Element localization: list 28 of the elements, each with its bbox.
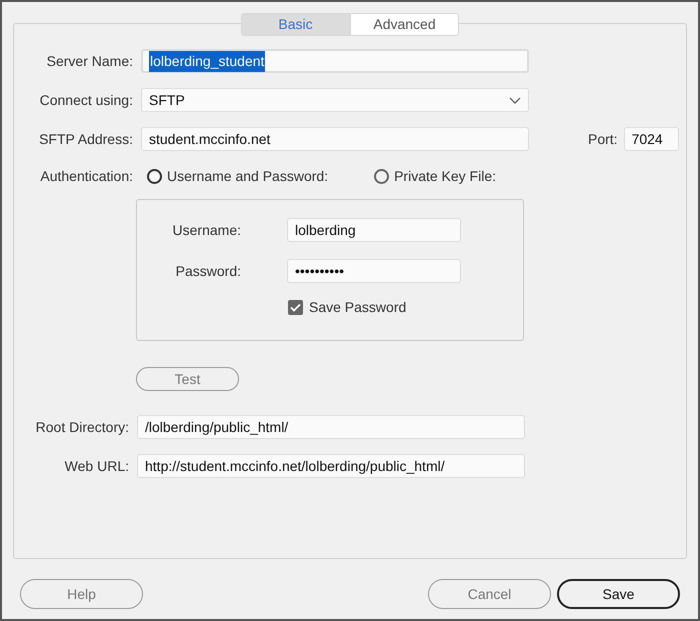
field-label: Web URL: xyxy=(64,456,130,476)
dialog-button[interactable]: Save xyxy=(557,579,680,609)
address-field[interactable]: student.mccinfo.net xyxy=(141,127,529,151)
dialog-button[interactable]: Help xyxy=(20,579,143,609)
field-label: Server Name: xyxy=(46,52,134,70)
username-field[interactable]: lolberding xyxy=(287,218,461,242)
field-label: Root Directory: xyxy=(34,418,130,437)
field-label: Connect using: xyxy=(38,90,134,110)
web-url-field[interactable]: http://student.mccinfo.net/lolberding/public_html/ xyxy=(137,454,525,478)
radio-option[interactable]: Private Key File: xyxy=(374,166,496,187)
checkbox[interactable] xyxy=(288,300,303,315)
field-label: Authentication: xyxy=(39,167,134,186)
field-label: SFTP Address: xyxy=(38,130,134,148)
field-label: Username: xyxy=(172,220,242,240)
dialog-button[interactable]: Cancel xyxy=(428,579,551,609)
radio-option[interactable]: Username and Password: xyxy=(147,166,328,187)
test-button[interactable]: Test xyxy=(136,367,239,391)
port-field[interactable]: 7024 xyxy=(624,127,679,151)
chevron-down-icon xyxy=(509,96,521,104)
connection-dropdown[interactable]: SFTP xyxy=(141,88,529,112)
tab[interactable]: Advanced xyxy=(350,13,459,36)
root-directory-field[interactable]: /lolberding/public_html/ xyxy=(137,415,525,439)
password-field[interactable]: •••••••••• xyxy=(287,259,461,283)
field-label: Port: xyxy=(588,130,619,148)
checkbox-label: Save Password xyxy=(309,298,406,317)
checkmark-icon xyxy=(290,303,301,312)
field-label: Password: xyxy=(174,262,242,280)
server-name-field[interactable]: lolberding_student xyxy=(141,49,529,73)
